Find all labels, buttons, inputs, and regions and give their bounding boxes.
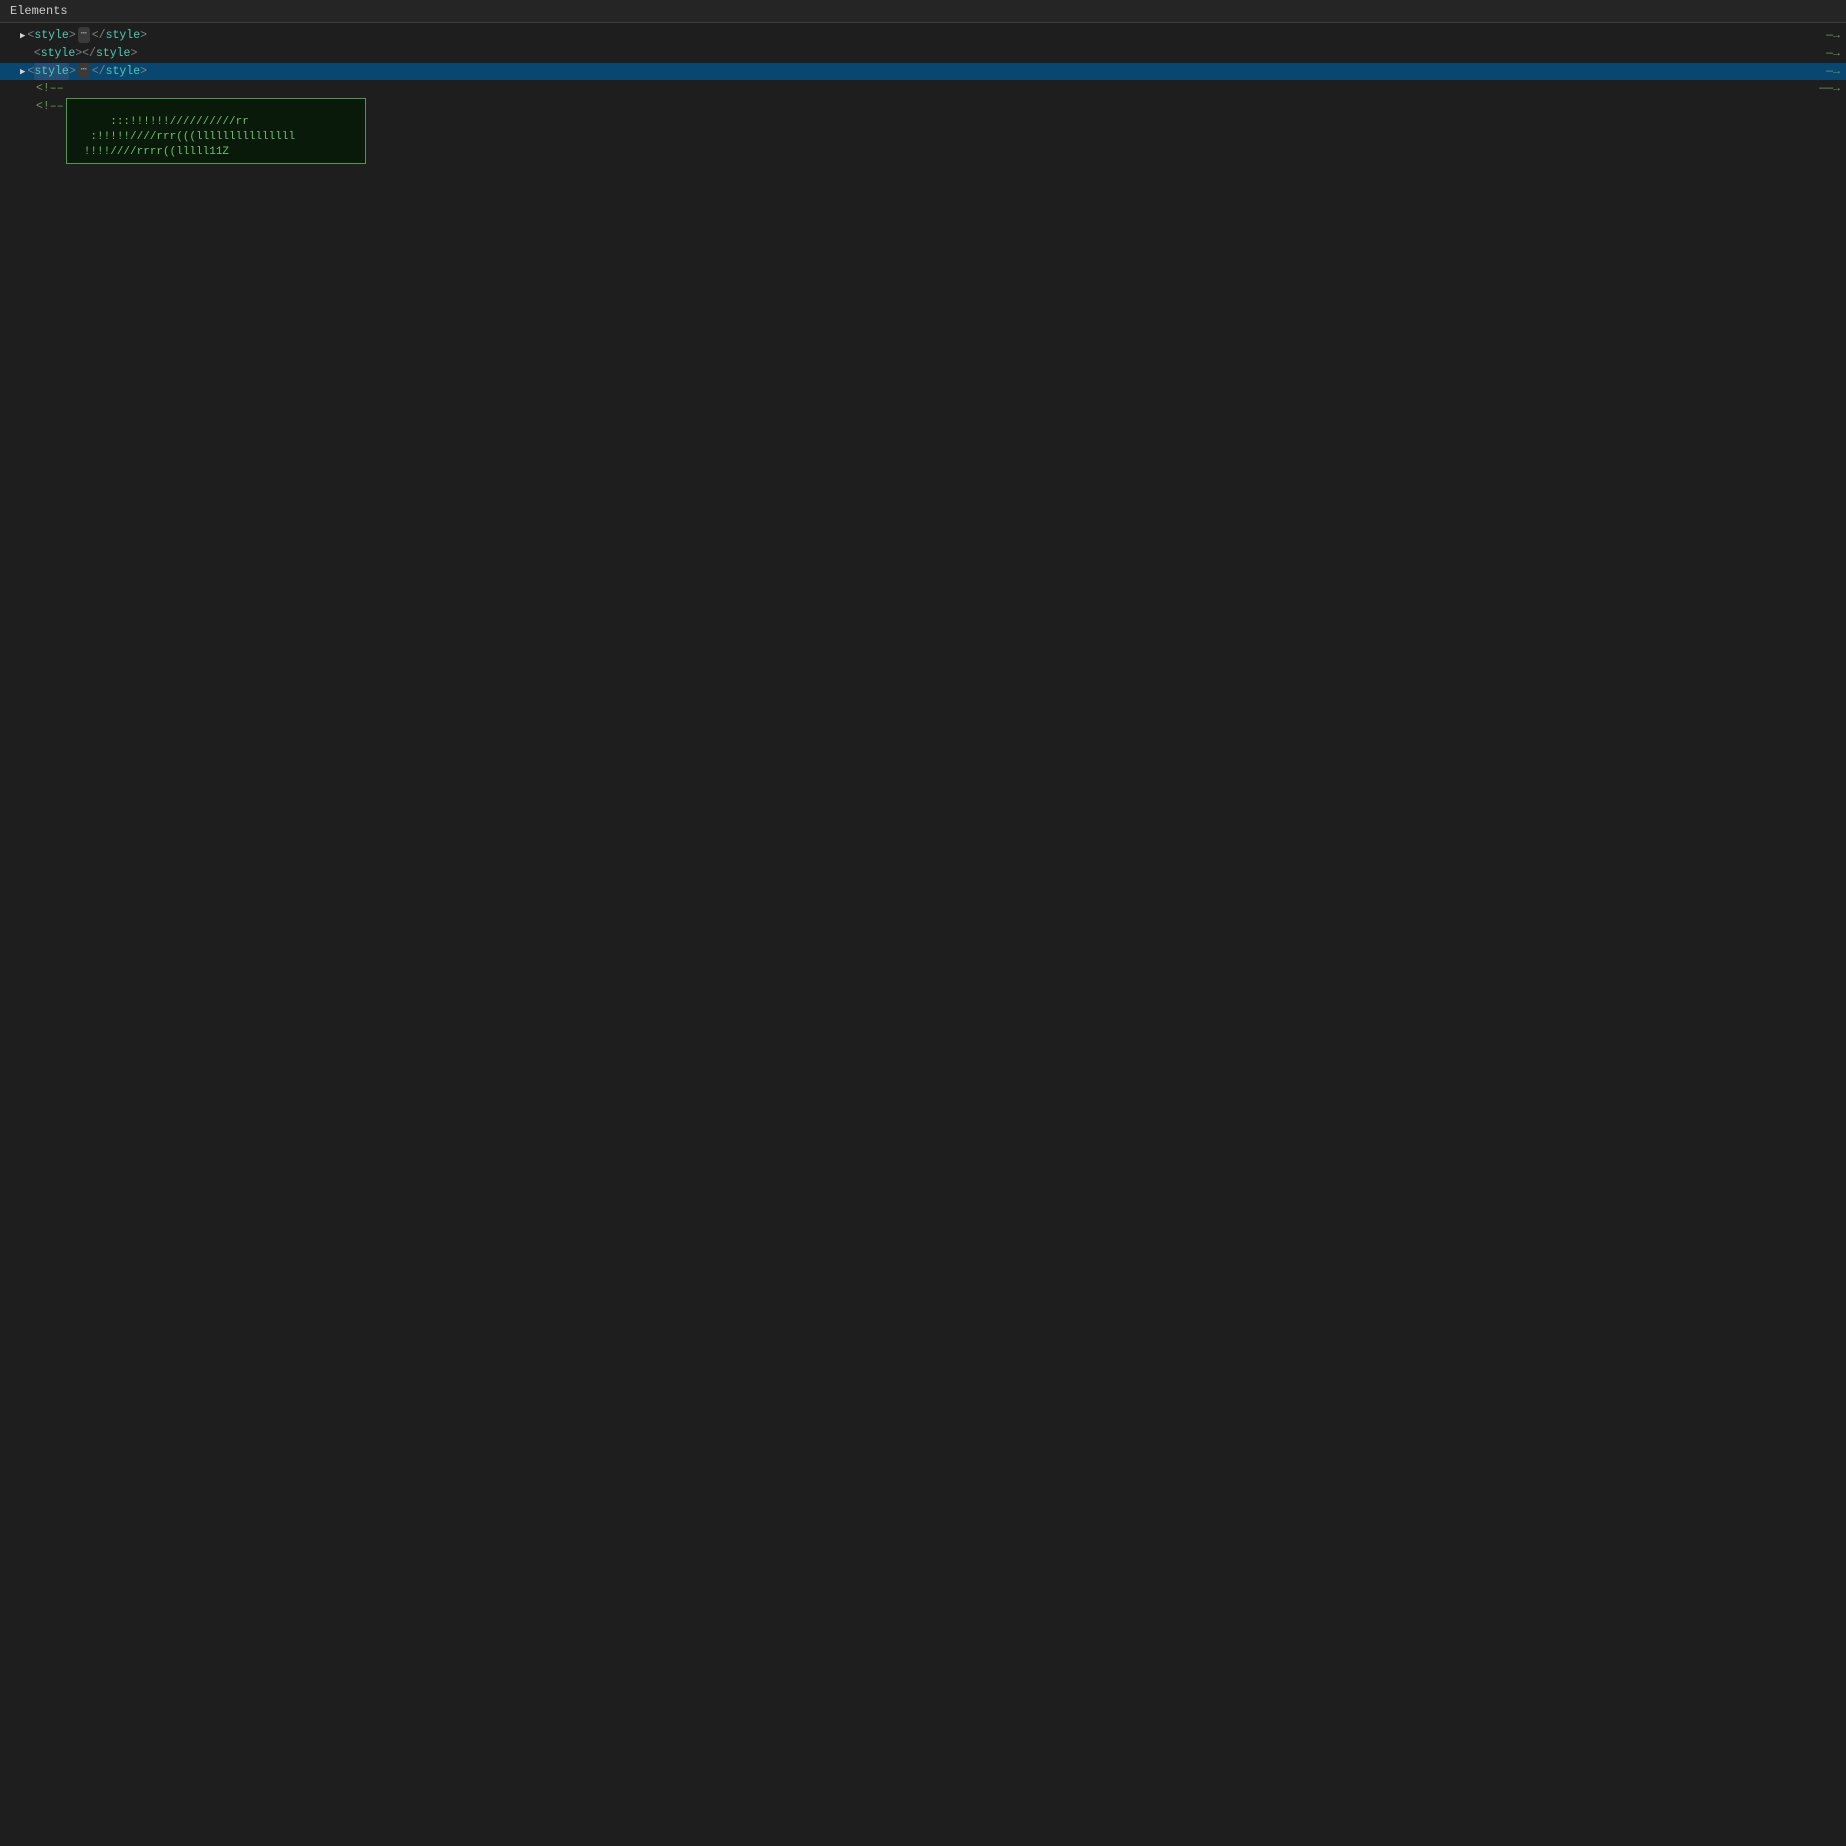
style-tag-3-selected[interactable]: <style>⋯</style> —→ [0,63,1846,81]
ascii-box-left: :::!!!!!!//////////rr :!!!!!////rrr(((ll… [66,98,366,163]
style-tag-1[interactable]: <style>⋯</style> —→ [0,27,1846,45]
panel-title: Elements [10,4,68,18]
elements-panel: <style>⋯</style> —→ <style></style> —→ <… [0,23,1846,168]
comment-ascii-start: <!–– ——→ [0,80,1846,98]
ascii-art-row: <!–– :::!!!!!!//////////rr :!!!!!////rrr… [0,98,1846,163]
expand-arrow[interactable] [20,27,25,45]
style-tag-2[interactable]: <style></style> —→ [0,45,1846,63]
title-bar: Elements [0,0,1846,23]
expand-arrow-selected[interactable] [20,63,25,81]
